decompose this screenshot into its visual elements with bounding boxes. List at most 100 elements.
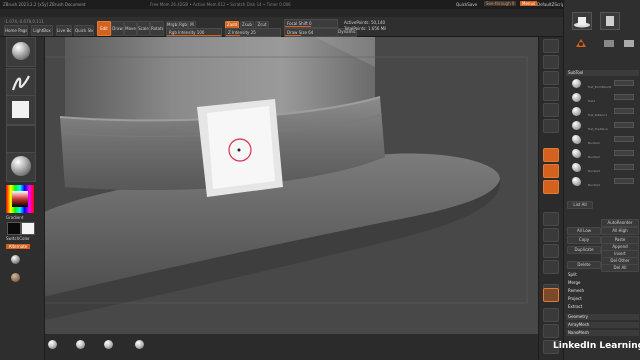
subtool-thumb-icon [572,79,581,88]
duplicate-button[interactable]: Duplicate [567,246,601,254]
polymesh-icon[interactable] [572,34,590,47]
polyf-icon[interactable] [543,288,559,302]
brush-sphere-icon [12,42,30,60]
subtool-name: Hat1 [588,99,596,103]
nanomesh-section[interactable]: NanoMesh [566,330,639,336]
subtool-row[interactable]: Hat_TopPiece [566,119,639,132]
zoom3d-icon[interactable] [543,244,559,258]
subtool-visibility-toggle[interactable] [614,108,634,114]
local-icon[interactable] [543,180,559,194]
subtool-row[interactable]: Buckle3 [566,161,639,174]
mat-cap-1-icon[interactable] [11,255,20,264]
transp-icon[interactable] [543,308,559,322]
subtool-name: Hat_BrimBand1 [588,85,612,89]
edit-mode-button[interactable]: Edit [97,21,111,36]
draw-size-slider[interactable]: Draw Size 64 [284,28,338,37]
left-tray: Gradient SwitchColor Alternate [0,37,45,360]
subtool-visibility-toggle[interactable] [614,164,634,170]
focal-shift-slider[interactable]: Focal Shift 0 [284,19,338,28]
floor-sphere-icon[interactable] [48,340,57,349]
cylinder-tool-thumbnail[interactable] [600,12,620,30]
delete-button[interactable]: Delete [567,261,601,269]
subtool-visibility-toggle[interactable] [614,178,634,184]
list-all-button[interactable]: List All [567,201,593,209]
subtool-visibility-toggle[interactable] [614,150,634,156]
all-low-button[interactable]: All Low [567,227,601,235]
draw-mode-button[interactable]: Draw [111,21,124,36]
canvas-viewport[interactable] [45,37,538,334]
hat-tool-thumbnail[interactable] [572,12,592,30]
material-thumbnail[interactable] [6,152,36,182]
gradient-label[interactable]: Gradient [6,215,23,220]
move-icon[interactable] [543,228,559,242]
move-mode-button[interactable]: Move [124,21,137,36]
quicksave-button[interactable]: QuickSave [456,2,477,7]
scroll-icon[interactable] [543,71,559,85]
brush-thumbnail[interactable] [6,37,36,67]
floor-sphere-icon[interactable] [104,340,113,349]
solo-icon[interactable] [543,324,559,338]
goz-icon[interactable] [600,34,618,47]
subtool-name: Hat_Ribbon1 [588,113,608,117]
merge-section[interactable]: Merge [566,280,639,286]
rotate-icon[interactable] [543,260,559,274]
z-intensity-slider[interactable]: Z Intensity 25 [225,28,281,37]
geometry-section[interactable]: Geometry [566,314,639,320]
aahalf-icon[interactable] [543,119,559,133]
stroke-thumbnail[interactable] [6,68,36,98]
bpr-icon[interactable] [543,39,559,53]
subtool-row[interactable]: Buckle2 [566,147,639,160]
all-high-button[interactable]: All High [601,227,639,235]
actual-icon[interactable] [543,103,559,117]
del-all-button[interactable]: Del All [601,264,639,272]
lightbox-button[interactable]: LightBox [31,25,53,36]
alternate-button[interactable]: Alternate [6,244,30,249]
floor-icon[interactable] [543,164,559,178]
split-section[interactable]: Split [566,272,639,278]
subtool-row[interactable]: Hat_Ribbon1 [566,105,639,118]
rotate-mode-button[interactable]: Rotate [150,21,164,36]
subtool-header[interactable]: SubTool [566,70,639,76]
copy-button[interactable]: Copy [567,236,601,244]
subtool-visibility-toggle[interactable] [614,80,634,86]
color-picker[interactable] [6,185,34,213]
floor-sphere-icon[interactable] [76,340,85,349]
main-color-swatch[interactable] [21,222,35,235]
home-page-button[interactable]: Home Page [4,25,28,36]
subtool-row[interactable]: Hat1 [566,91,639,104]
switch-color-button[interactable]: SwitchColor [6,236,30,241]
frame-icon[interactable] [543,212,559,226]
live-boolean-button[interactable]: Live Boolean [56,25,72,36]
mat-cap-2-icon[interactable] [11,273,20,282]
secondary-color-swatch[interactable] [7,222,21,235]
subtool-row[interactable]: Buckle1 [566,133,639,146]
subtool-visibility-toggle[interactable] [614,136,634,142]
subtool-row[interactable]: Buckle4 [566,175,639,188]
subtool-visibility-toggle[interactable] [614,94,634,100]
visible-icon[interactable] [622,34,636,47]
cylinder-icon [606,16,614,26]
zoom-icon[interactable] [543,87,559,101]
menus-toggle[interactable]: Menus [520,1,538,6]
hat-icon [574,17,590,28]
material-sphere-icon [11,156,31,176]
extract-section[interactable]: Extract [566,304,639,310]
subtool-row[interactable]: Hat_BrimBand1 [566,77,639,90]
project-section[interactable]: Project [566,296,639,302]
scale-mode-button[interactable]: Scale [137,21,150,36]
persp-icon[interactable] [543,148,559,162]
subtool-visibility-toggle[interactable] [614,122,634,128]
spix-icon[interactable] [543,55,559,69]
remesh-section[interactable]: Remesh [566,288,639,294]
subtool-name: Buckle2 [588,155,600,159]
texture-thumbnail[interactable] [6,125,36,155]
floor-sphere-icon[interactable] [135,340,144,349]
alpha-thumbnail[interactable] [6,95,36,125]
arraymesh-section[interactable]: ArrayMesh [566,322,639,328]
rgb-intensity-slider[interactable]: Rgb Intensity 100 [166,28,222,37]
default-zscript-button[interactable]: DefaultZScript [537,2,566,7]
see-through-slider[interactable]: See-through 0 [484,1,517,6]
auto-reorder-button[interactable]: AutoReorder [601,219,639,227]
color-square[interactable] [12,191,28,207]
quick-sketch-button[interactable]: Quick Sketch [74,25,94,36]
